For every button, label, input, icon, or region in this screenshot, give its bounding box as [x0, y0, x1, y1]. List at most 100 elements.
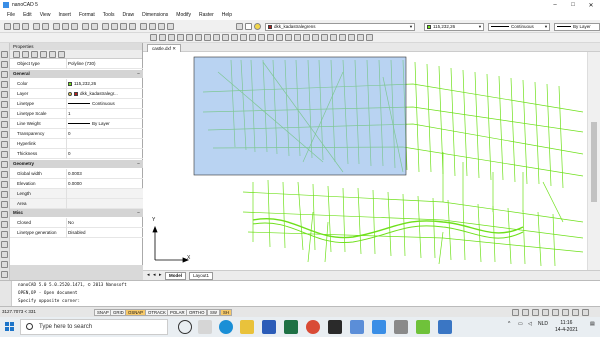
copy-tool-icon[interactable]	[1, 161, 8, 168]
property-row-color[interactable]: Color 115,232,26	[10, 79, 143, 89]
excel-icon[interactable]	[284, 320, 298, 334]
tray-chevron-icon[interactable]: ^	[508, 321, 510, 327]
section-general[interactable]: General −	[10, 70, 143, 78]
modify-tool-icon[interactable]	[249, 34, 256, 41]
first-tab-icon[interactable]: ◂	[147, 272, 150, 278]
command-window-handle[interactable]	[0, 281, 12, 307]
property-row-elevation[interactable]: Elevation 0.0000	[10, 179, 143, 189]
undo-icon[interactable]	[82, 23, 89, 30]
print-icon[interactable]	[33, 23, 40, 30]
trim-tool-icon[interactable]	[1, 191, 8, 198]
menu-format[interactable]: Format	[75, 12, 99, 18]
lineweight-dropdown[interactable]: By Layer	[554, 23, 600, 31]
hatch-tool-icon[interactable]	[1, 111, 8, 118]
select-objects-icon[interactable]	[13, 51, 20, 58]
edge-icon[interactable]	[219, 320, 233, 334]
property-row-linetype[interactable]: Linetype Continuous	[10, 99, 143, 109]
close-icon[interactable]: ✕	[172, 46, 176, 51]
volume-icon[interactable]: ◁	[528, 321, 532, 327]
property-row-line-weight[interactable]: Line Weight By Layer	[10, 119, 143, 129]
language-indicator[interactable]: NLD	[538, 321, 548, 327]
layer-manager-icon[interactable]	[236, 23, 243, 30]
help-icon[interactable]	[167, 23, 174, 30]
drawing-canvas[interactable]: Y X	[143, 52, 587, 270]
status-tool-icon[interactable]	[512, 309, 519, 316]
linetype-dropdown[interactable]: Continuous ▼	[488, 23, 550, 31]
tab-layout1[interactable]: Layout1	[189, 272, 214, 280]
app-icon[interactable]	[394, 320, 408, 334]
collapse-icon[interactable]: −	[137, 209, 140, 217]
zoom-window-icon[interactable]	[120, 23, 127, 30]
menu-draw[interactable]: Draw	[118, 12, 138, 18]
line-tool-icon[interactable]	[1, 51, 8, 58]
status-tool-icon[interactable]	[542, 309, 549, 316]
vertical-scrollbar[interactable]	[587, 52, 600, 270]
quick-select-icon[interactable]	[22, 51, 29, 58]
maximize-button[interactable]: □	[564, 0, 582, 10]
color-dropdown[interactable]: 115,232,26 ▼	[424, 23, 484, 31]
filter-icon[interactable]	[40, 51, 47, 58]
new-icon[interactable]	[4, 23, 11, 30]
polar-toggle[interactable]: POLAR	[167, 309, 188, 316]
draw-tool-icon[interactable]	[204, 34, 211, 41]
menu-file[interactable]: File	[3, 12, 19, 18]
draw-tool-icon[interactable]	[222, 34, 229, 41]
menu-raster[interactable]: Raster	[195, 12, 218, 18]
draw-tool-icon[interactable]	[195, 34, 202, 41]
otrack-toggle[interactable]: OTRACK	[145, 309, 169, 316]
sh-toggle[interactable]: SH	[220, 309, 232, 316]
property-row-thickness[interactable]: Thickness 0	[10, 149, 143, 159]
offset-tool-icon[interactable]	[1, 211, 8, 218]
block-tool-icon[interactable]	[1, 121, 8, 128]
app-icon[interactable]	[328, 320, 342, 334]
menu-dimensions[interactable]: Dimensions	[138, 12, 172, 18]
status-tool-icon[interactable]	[552, 309, 559, 316]
fillet-tool-icon[interactable]	[1, 241, 8, 248]
rectangle-tool-icon[interactable]	[1, 91, 8, 98]
zoom-extents-icon[interactable]	[129, 23, 136, 30]
rotate-tool-icon[interactable]	[1, 171, 8, 178]
document-tab[interactable]: castle.dxf ✕	[147, 44, 182, 52]
modify-tool-icon[interactable]	[258, 34, 265, 41]
app-icon[interactable]	[416, 320, 430, 334]
modify-tool-icon[interactable]	[303, 34, 310, 41]
draw-tool-icon[interactable]	[150, 34, 157, 41]
menu-edit[interactable]: Edit	[19, 12, 36, 18]
open-icon[interactable]	[13, 23, 20, 30]
property-row-linetype-scale[interactable]: Linetype Scale 1	[10, 109, 143, 119]
nanocad-taskbar-icon[interactable]	[372, 320, 386, 334]
collapse-icon[interactable]: −	[137, 70, 140, 78]
match-properties-icon[interactable]	[158, 23, 165, 30]
property-row-linetype-generation[interactable]: Linetype generation Disabled	[10, 228, 143, 238]
close-button[interactable]: ✕	[582, 0, 600, 10]
draw-tool-icon[interactable]	[159, 34, 166, 41]
measure-tool-icon[interactable]	[1, 141, 8, 148]
prev-tab-icon[interactable]: ◂	[153, 272, 156, 278]
layer-dropdown[interactable]: dkk_kadastralegrens ▼	[265, 23, 415, 31]
app-icon[interactable]	[438, 320, 452, 334]
start-button[interactable]	[5, 322, 15, 332]
property-row-global-width[interactable]: Global width 0.0003	[10, 169, 143, 179]
menu-view[interactable]: View	[36, 12, 55, 18]
status-tool-icon[interactable]	[572, 309, 579, 316]
object-type-row[interactable]: Object type Polyline (730)	[10, 59, 143, 69]
menu-tools[interactable]: Tools	[99, 12, 119, 18]
explode-tool-icon[interactable]	[1, 261, 8, 268]
modify-tool-icon[interactable]	[276, 34, 283, 41]
property-row-closed[interactable]: Closed No	[10, 218, 143, 228]
preview-icon[interactable]	[42, 23, 49, 30]
chrome-icon[interactable]	[306, 320, 320, 334]
circle-tool-icon[interactable]	[1, 71, 8, 78]
app-icon[interactable]	[350, 320, 364, 334]
property-row-layer[interactable]: Layer dkk_kadastralegr...	[10, 89, 143, 99]
save-icon[interactable]	[22, 23, 29, 30]
collapse-icon[interactable]: −	[137, 160, 140, 168]
dimension-tool-icon[interactable]	[1, 131, 8, 138]
status-tool-icon[interactable]	[532, 309, 539, 316]
categorized-icon[interactable]	[58, 51, 65, 58]
menu-modify[interactable]: Modify	[172, 12, 195, 18]
property-row-transparency[interactable]: Transparency 0	[10, 129, 143, 139]
status-tool-icon[interactable]	[582, 309, 589, 316]
array-tool-icon[interactable]	[1, 231, 8, 238]
modify-tool-icon[interactable]	[285, 34, 292, 41]
